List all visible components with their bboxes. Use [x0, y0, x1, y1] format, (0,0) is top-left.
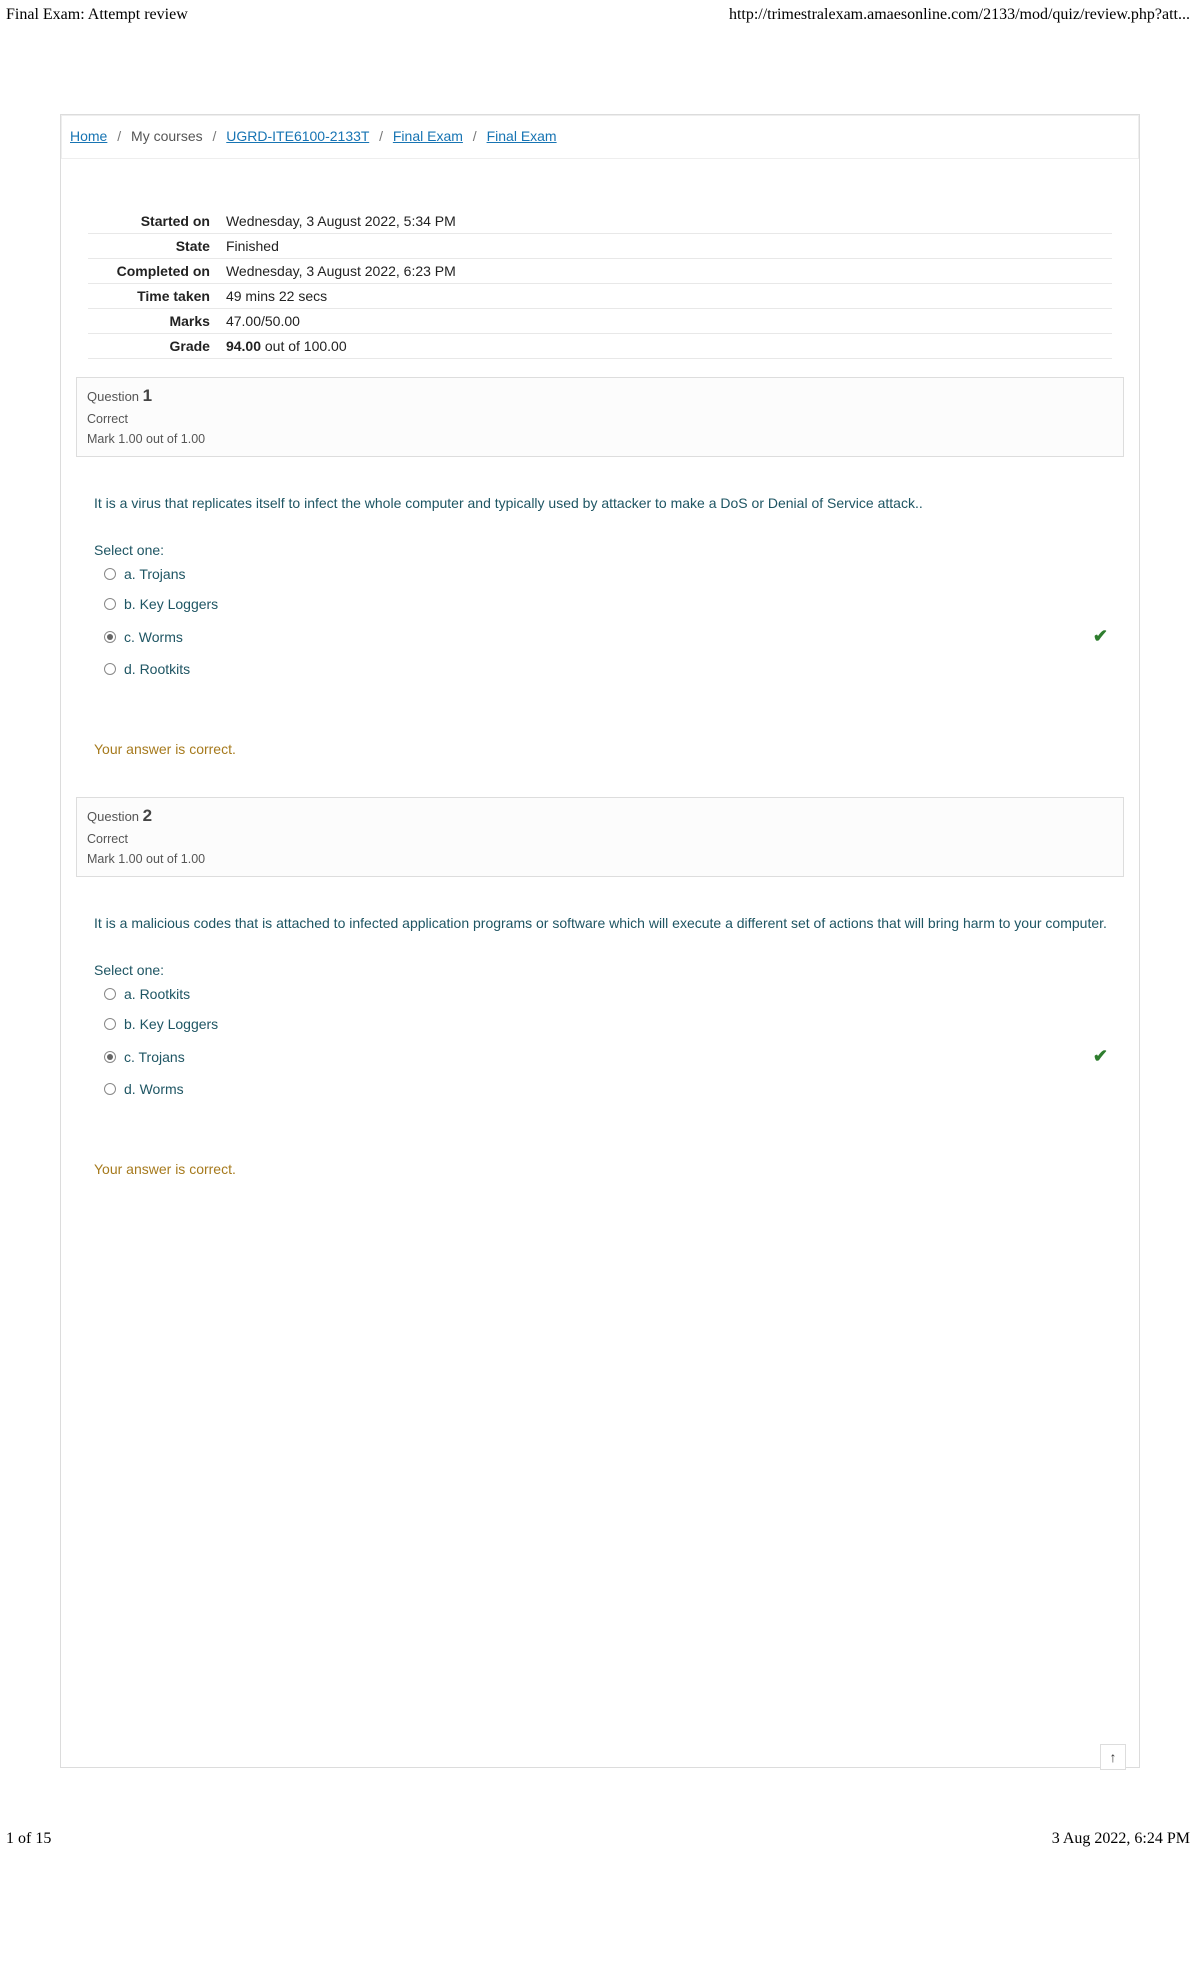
- select-one-label: Select one:: [94, 962, 1116, 978]
- summary-row-marks: Marks 47.00/50.00: [88, 309, 1112, 334]
- option-label: b. Key Loggers: [124, 1016, 218, 1032]
- question-body: It is a malicious codes that is attached…: [76, 877, 1124, 1121]
- summary-row-completed: Completed on Wednesday, 3 August 2022, 6…: [88, 259, 1112, 284]
- print-header: Final Exam: Attempt review http://trimes…: [0, 0, 1200, 24]
- summary-value: 49 mins 22 secs: [218, 284, 1112, 309]
- header-url: http://trimestralexam.amaesonline.com/21…: [729, 6, 1190, 24]
- print-footer: 1 of 15 3 Aug 2022, 6:24 PM: [0, 1826, 1200, 1858]
- option-d[interactable]: d. Worms: [104, 1081, 1116, 1097]
- breadcrumb: Home / My courses / UGRD-ITE6100-2133T /…: [61, 115, 1139, 159]
- summary-label: Marks: [88, 309, 218, 334]
- summary-row-state: State Finished: [88, 234, 1112, 259]
- summary-row-grade: Grade 94.00 out of 100.00: [88, 334, 1112, 359]
- radio-selected-icon: [104, 1051, 116, 1063]
- option-c[interactable]: c. Trojans ✔: [104, 1046, 1116, 1067]
- breadcrumb-sep: /: [117, 128, 121, 144]
- radio-icon: [104, 988, 116, 1000]
- question-body: It is a virus that replicates itself to …: [76, 457, 1124, 701]
- option-c[interactable]: c. Worms ✔: [104, 626, 1116, 647]
- summary-value: 47.00/50.00: [218, 309, 1112, 334]
- question-title: Question 1: [87, 386, 1113, 406]
- summary-label: Completed on: [88, 259, 218, 284]
- options-list: a. Trojans b. Key Loggers c. Worms: [94, 566, 1116, 677]
- attempt-summary-table: Started on Wednesday, 3 August 2022, 5:3…: [88, 209, 1112, 359]
- option-label: a. Trojans: [124, 566, 185, 582]
- radio-icon: [104, 663, 116, 675]
- radio-icon: [104, 1083, 116, 1095]
- question-1: Question 1 Correct Mark 1.00 out of 1.00…: [76, 377, 1124, 757]
- question-status: Correct: [87, 832, 1113, 846]
- option-b[interactable]: b. Key Loggers: [104, 596, 1116, 612]
- summary-label: Grade: [88, 334, 218, 359]
- question-title: Question 2: [87, 806, 1113, 826]
- radio-icon: [104, 568, 116, 580]
- header-title: Final Exam: Attempt review: [6, 6, 188, 24]
- question-2: Question 2 Correct Mark 1.00 out of 1.00…: [76, 797, 1124, 1177]
- question-header: Question 1 Correct Mark 1.00 out of 1.00: [76, 377, 1124, 457]
- summary-value: 94.00 out of 100.00: [218, 334, 1112, 359]
- summary-value: Wednesday, 3 August 2022, 6:23 PM: [218, 259, 1112, 284]
- summary-row-started: Started on Wednesday, 3 August 2022, 5:3…: [88, 209, 1112, 234]
- footer-date: 3 Aug 2022, 6:24 PM: [1052, 1830, 1190, 1848]
- breadcrumb-exam-1[interactable]: Final Exam: [393, 128, 463, 144]
- breadcrumb-home[interactable]: Home: [70, 128, 107, 144]
- summary-label: State: [88, 234, 218, 259]
- radio-icon: [104, 1018, 116, 1030]
- question-status: Correct: [87, 412, 1113, 426]
- option-label: a. Rootkits: [124, 986, 190, 1002]
- option-b[interactable]: b. Key Loggers: [104, 1016, 1116, 1032]
- page-count: 1 of 15: [6, 1830, 51, 1848]
- check-icon: ✔: [1093, 1046, 1108, 1067]
- option-label: c. Trojans: [124, 1049, 185, 1065]
- radio-icon: [104, 598, 116, 610]
- breadcrumb-course[interactable]: UGRD-ITE6100-2133T: [226, 128, 369, 144]
- grade-strong: 94.00: [226, 338, 261, 354]
- summary-row-time: Time taken 49 mins 22 secs: [88, 284, 1112, 309]
- question-title-prefix: Question: [87, 809, 143, 824]
- question-mark: Mark 1.00 out of 1.00: [87, 852, 1113, 866]
- radio-selected-icon: [104, 631, 116, 643]
- question-text: It is a malicious codes that is attached…: [94, 913, 1116, 934]
- question-text: It is a virus that replicates itself to …: [94, 493, 1116, 514]
- option-label: b. Key Loggers: [124, 596, 218, 612]
- summary-value: Wednesday, 3 August 2022, 5:34 PM: [218, 209, 1112, 234]
- check-icon: ✔: [1093, 626, 1108, 647]
- question-header: Question 2 Correct Mark 1.00 out of 1.00: [76, 797, 1124, 877]
- summary-label: Time taken: [88, 284, 218, 309]
- content: Started on Wednesday, 3 August 2022, 5:3…: [61, 159, 1139, 1767]
- breadcrumb-my-courses: My courses: [131, 128, 203, 144]
- feedback-text: Your answer is correct.: [94, 741, 1124, 757]
- question-mark: Mark 1.00 out of 1.00: [87, 432, 1113, 446]
- main-card: Home / My courses / UGRD-ITE6100-2133T /…: [60, 114, 1140, 1768]
- summary-value: Finished: [218, 234, 1112, 259]
- breadcrumb-sep: /: [473, 128, 477, 144]
- select-one-label: Select one:: [94, 542, 1116, 558]
- option-label: d. Rootkits: [124, 661, 190, 677]
- breadcrumb-sep: /: [213, 128, 217, 144]
- option-label: d. Worms: [124, 1081, 184, 1097]
- option-a[interactable]: a. Rootkits: [104, 986, 1116, 1002]
- question-number: 2: [143, 806, 152, 825]
- option-d[interactable]: d. Rootkits: [104, 661, 1116, 677]
- arrow-up-icon: ↑: [1110, 1749, 1117, 1765]
- options-list: a. Rootkits b. Key Loggers c. Trojans: [94, 986, 1116, 1097]
- breadcrumb-sep: /: [379, 128, 383, 144]
- grade-rest: out of 100.00: [261, 338, 347, 354]
- scroll-to-top-button[interactable]: ↑: [1100, 1744, 1126, 1770]
- option-a[interactable]: a. Trojans: [104, 566, 1116, 582]
- question-title-prefix: Question: [87, 389, 143, 404]
- option-label: c. Worms: [124, 629, 183, 645]
- breadcrumb-exam-2[interactable]: Final Exam: [487, 128, 557, 144]
- feedback-text: Your answer is correct.: [94, 1161, 1124, 1177]
- question-number: 1: [143, 386, 152, 405]
- summary-label: Started on: [88, 209, 218, 234]
